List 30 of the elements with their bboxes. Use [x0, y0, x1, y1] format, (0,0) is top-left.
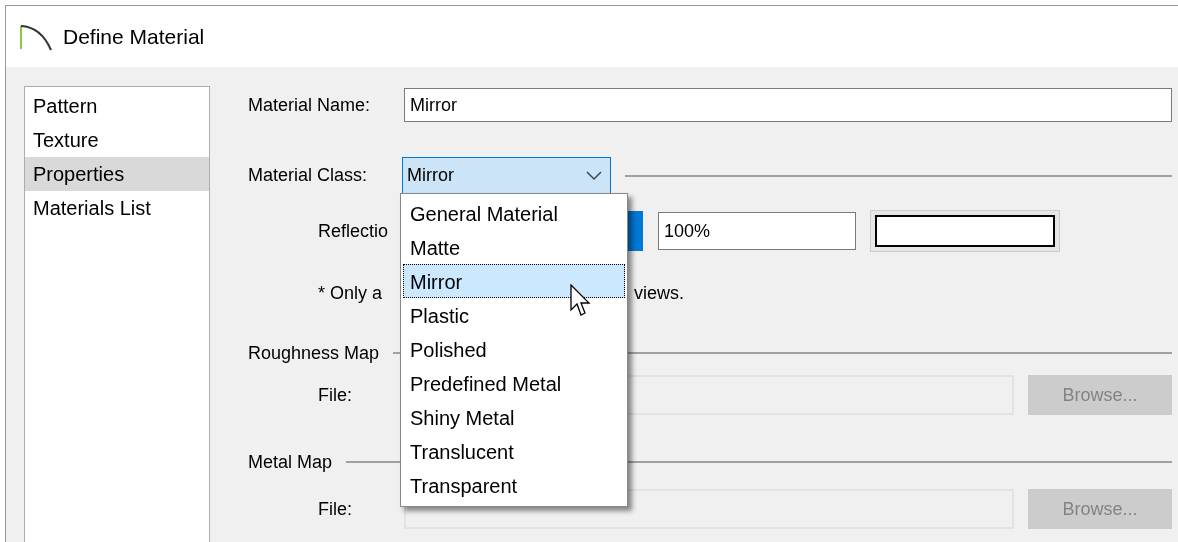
group-title: Roughness Map	[248, 342, 380, 364]
dropdown-option[interactable]: Predefined Metal	[403, 366, 625, 400]
dropdown-option[interactable]: Shiny Metal	[403, 400, 625, 434]
field-label: File:	[318, 384, 353, 406]
material-name-field[interactable]: Mirror	[404, 88, 1172, 122]
chevron-down-icon	[586, 170, 602, 181]
dropdown-option[interactable]: General Material	[403, 196, 625, 230]
dropdown-option[interactable]: Plastic	[403, 298, 625, 332]
sidebar-item[interactable]: Pattern	[25, 89, 209, 123]
group-title: Metal Map	[248, 451, 333, 473]
dropdown-option[interactable]: Translucent	[403, 434, 625, 468]
dropdown-option[interactable]: Mirror	[403, 264, 625, 298]
field-label: File:	[318, 498, 353, 520]
note-text: * Only a	[318, 282, 383, 304]
sidebar-item[interactable]: Properties	[25, 157, 209, 191]
window-title: Define Material	[63, 24, 205, 49]
dropdown-option[interactable]: Transparent	[403, 468, 625, 502]
field-label: Reflectio	[318, 220, 390, 242]
sidebar-item[interactable]: Texture	[25, 123, 209, 157]
pointer-icon	[570, 284, 592, 318]
dropdown-option[interactable]: Matte	[403, 230, 625, 264]
arch-icon	[19, 22, 53, 51]
material-class-dropdown[interactable]: Mirror	[402, 157, 611, 194]
color-swatch[interactable]	[870, 210, 1060, 252]
note-text: views.	[634, 282, 685, 304]
field-label: Material Class:	[248, 165, 369, 186]
reflection-field[interactable]: 100%	[658, 212, 856, 250]
dropdown-option[interactable]: Polished	[403, 332, 625, 366]
sidebar-item[interactable]: Materials List	[25, 191, 209, 225]
field-label: Material Name:	[248, 94, 372, 116]
